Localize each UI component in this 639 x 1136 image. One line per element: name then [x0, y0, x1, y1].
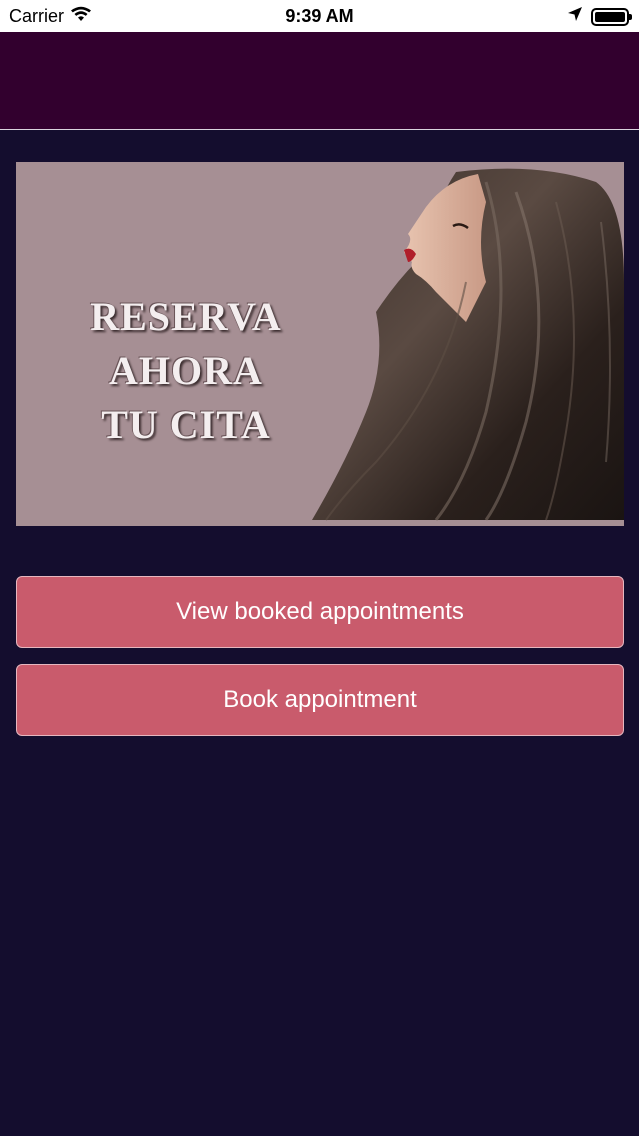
banner-line-1: RESERVA AHORA [90, 294, 282, 393]
book-appointment-button[interactable]: Book appointment [16, 664, 624, 736]
banner-text: RESERVA AHORA TU CITA [16, 290, 356, 452]
status-bar: Carrier 9:39 AM [0, 0, 639, 32]
status-time: 9:39 AM [285, 6, 354, 26]
promo-banner: RESERVA AHORA TU CITA [16, 162, 624, 526]
banner-line-2: TU CITA [101, 402, 271, 447]
navigation-bar [0, 32, 639, 130]
view-booked-appointments-button[interactable]: View booked appointments [16, 576, 624, 648]
status-right [567, 6, 632, 27]
location-arrow-icon [567, 6, 583, 27]
battery-icon [591, 7, 632, 26]
